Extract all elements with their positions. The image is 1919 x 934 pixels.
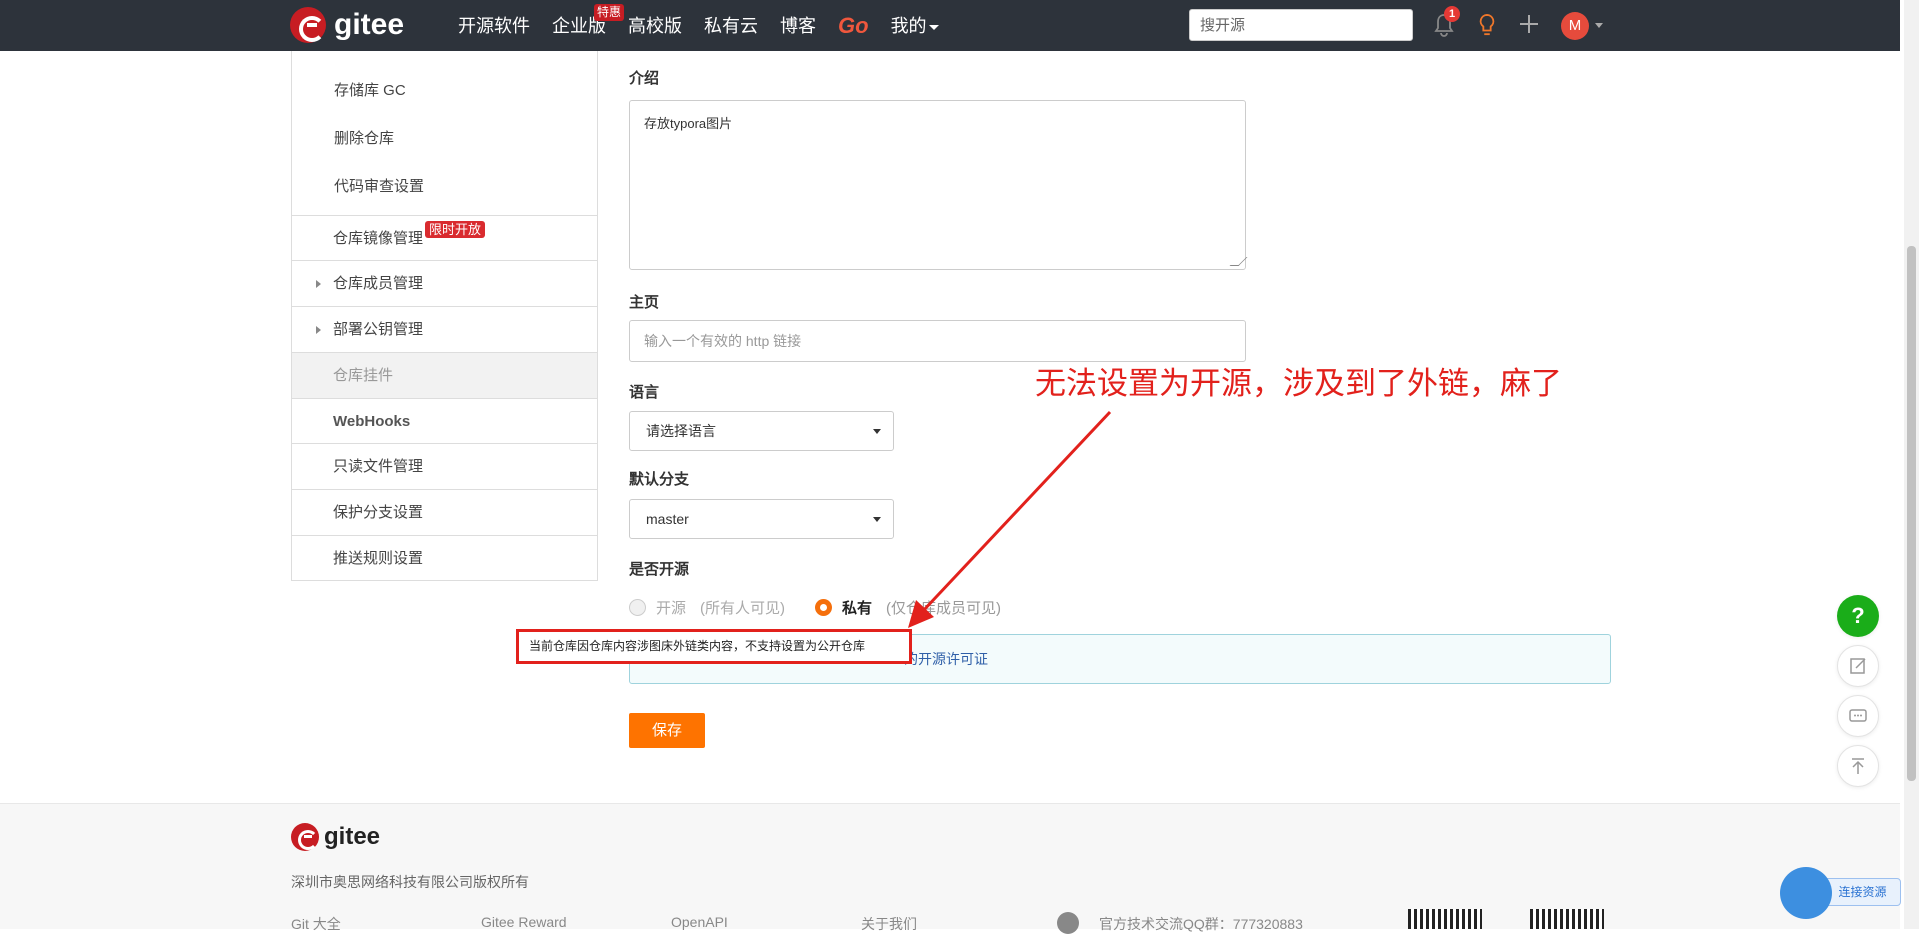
scrollbar-thumb[interactable] — [1907, 246, 1916, 781]
footer-brand-name: gitee — [324, 823, 381, 850]
edit-note-icon[interactable] — [1837, 645, 1879, 687]
qq-icon — [1057, 912, 1079, 934]
footer-link-gitee-reward[interactable]: Gitee Reward — [481, 914, 567, 930]
qr-code-image — [1530, 909, 1604, 929]
footer — [0, 803, 1900, 929]
connect-resource-button[interactable]: 连接资源 — [1824, 878, 1901, 906]
annotation-arrow — [908, 410, 1112, 628]
footer-link-about[interactable]: 关于我们 — [861, 914, 917, 934]
copyright-text: 深圳市奥思网络科技有限公司版权所有 — [291, 874, 529, 890]
comment-icon[interactable] — [1837, 695, 1879, 737]
bird-mascot-icon[interactable] — [1780, 867, 1832, 919]
footer-logo[interactable]: gitee — [291, 823, 380, 851]
footer-link-git-guide[interactable]: Git 大全 — [291, 914, 341, 934]
qq-group-text: 官方技术交流QQ群：777320883 — [1099, 916, 1303, 932]
footer-link-openapi[interactable]: OpenAPI — [671, 914, 728, 930]
gitee-logo-icon — [291, 823, 319, 851]
qr-code-image — [1408, 909, 1482, 929]
back-to-top-icon[interactable] — [1837, 745, 1879, 787]
help-button[interactable]: ? — [1837, 595, 1879, 637]
